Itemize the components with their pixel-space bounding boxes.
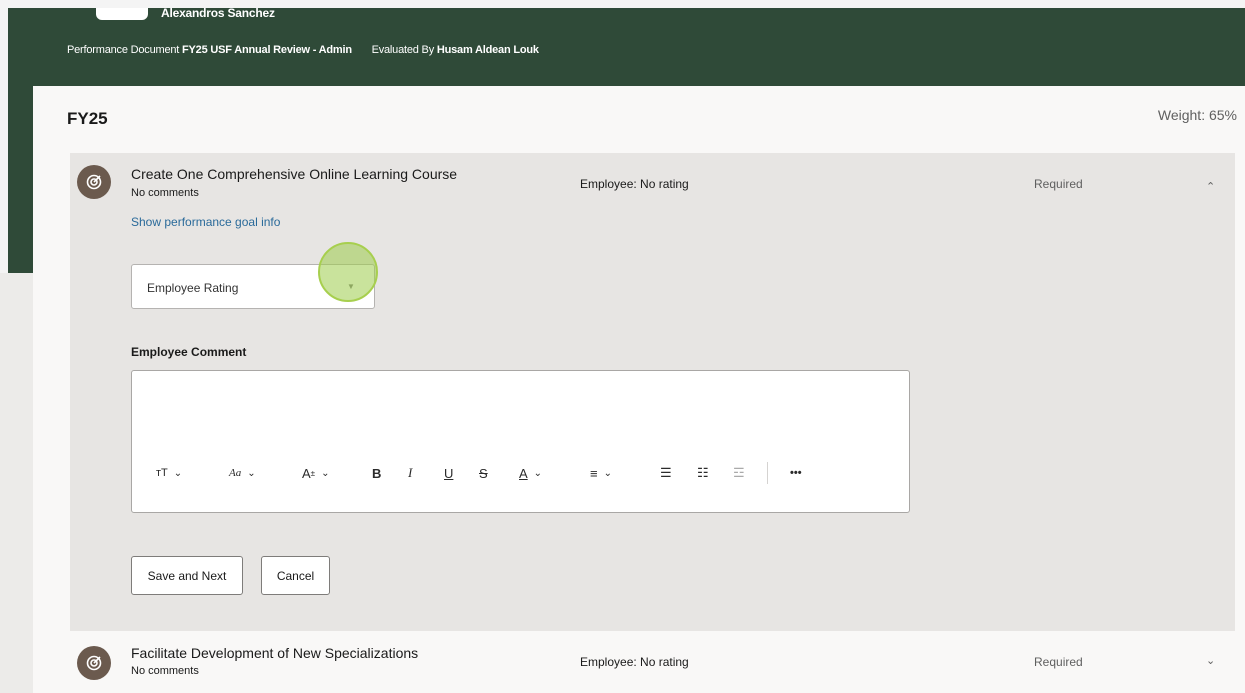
employee-name: Alexandros Sanchez xyxy=(161,6,275,20)
more-options-button[interactable]: ••• xyxy=(790,465,802,481)
font-size-icon: A xyxy=(302,465,311,481)
goal-rating: Employee: No rating xyxy=(580,655,689,669)
goal-comments: No comments xyxy=(131,665,199,677)
save-and-next-button[interactable]: Save and Next xyxy=(131,556,243,595)
underline-button[interactable]: U xyxy=(444,465,453,481)
goal-required: Required xyxy=(1034,655,1083,669)
show-goal-info-link[interactable]: Show performance goal info xyxy=(131,215,280,229)
align-left-icon: ≡ xyxy=(590,465,598,481)
bold-button[interactable]: B xyxy=(372,465,381,481)
chevron-down-icon: ⌄ xyxy=(533,467,543,479)
font-icon: Aa xyxy=(229,467,242,479)
performance-document-value: FY25 USF Annual Review - Admin xyxy=(182,44,352,56)
employee-comment-label: Employee Comment xyxy=(131,345,247,359)
avatar xyxy=(96,8,148,20)
bulleted-list-button[interactable]: ☰ xyxy=(660,465,672,481)
italic-button[interactable]: I xyxy=(408,465,412,481)
goal-comments: No comments xyxy=(131,187,199,199)
click-indicator xyxy=(318,242,378,302)
target-icon xyxy=(77,646,111,680)
font-color-icon: A xyxy=(519,465,528,481)
document-info: Performance Document FY25 USF Annual Rev… xyxy=(67,44,539,56)
goal-required: Required xyxy=(1034,177,1083,191)
font-color-button[interactable]: A ⌄ xyxy=(519,465,542,481)
evaluated-by-label: Evaluated By xyxy=(371,44,435,56)
text-style-button[interactable]: тT ⌄ xyxy=(156,465,182,481)
performance-document-label: Performance Document xyxy=(67,44,180,56)
chevron-up-icon[interactable]: ⌃ xyxy=(1206,180,1215,193)
chevron-down-icon: ⌄ xyxy=(603,467,612,479)
section-weight: Weight: 65% xyxy=(1157,107,1237,123)
goal-rating: Employee: No rating xyxy=(580,177,689,191)
text-style-icon: тT xyxy=(156,467,168,479)
toolbar-divider xyxy=(767,462,768,484)
chevron-down-icon: ⌄ xyxy=(247,467,256,479)
align-button[interactable]: ≡ ⌄ xyxy=(590,465,612,481)
goal-title[interactable]: Create One Comprehensive Online Learning… xyxy=(131,166,457,182)
bulleted-list-icon: ☰ xyxy=(660,465,672,480)
font-size-button[interactable]: A ± ⌄ xyxy=(302,465,329,481)
chevron-down-icon: ⌄ xyxy=(173,467,183,479)
numbered-list-button[interactable]: ☷ xyxy=(697,465,709,481)
strikethrough-button[interactable]: S xyxy=(479,465,488,481)
page-gutter xyxy=(0,273,33,693)
outdent-button[interactable]: ☲ xyxy=(733,465,745,481)
cancel-button[interactable]: Cancel xyxy=(261,556,330,595)
numbered-list-icon: ☷ xyxy=(697,465,709,480)
chevron-down-icon: ⌄ xyxy=(321,467,330,479)
employee-comment-editor[interactable] xyxy=(131,370,910,513)
font-family-button[interactable]: Aa ⌄ xyxy=(229,465,256,481)
target-icon xyxy=(77,165,111,199)
chevron-down-icon[interactable]: ⌄ xyxy=(1206,654,1215,667)
section-title: FY25 xyxy=(67,109,108,128)
employee-rating-label: Employee Rating xyxy=(147,281,239,295)
goal-title[interactable]: Facilitate Development of New Specializa… xyxy=(131,645,418,661)
evaluated-by-value: Husam Aldean Louk xyxy=(436,44,539,56)
outdent-icon: ☲ xyxy=(733,465,745,480)
